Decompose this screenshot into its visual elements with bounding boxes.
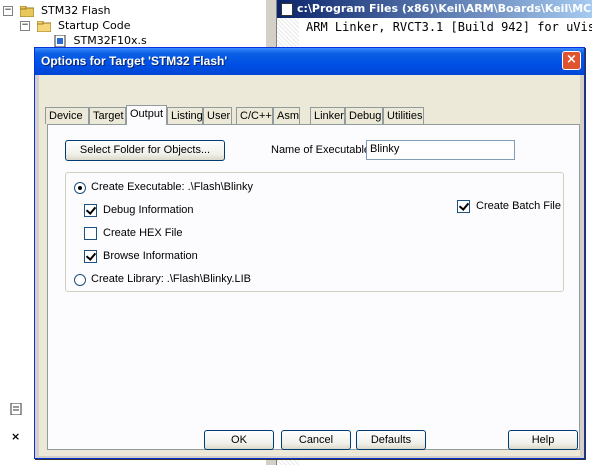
browse-information-checkbox[interactable] (84, 250, 97, 263)
debug-information-checkbox[interactable] (84, 204, 97, 217)
folder-icon (36, 21, 51, 32)
select-folder-button[interactable]: Select Folder for Objects... (65, 140, 225, 161)
collapse-icon[interactable]: − (3, 6, 13, 16)
help-button[interactable]: Help (508, 430, 578, 450)
executable-name-input[interactable]: Blinky (366, 140, 515, 160)
document-icon[interactable] (10, 402, 22, 416)
dialog-title-bar[interactable]: Options for Target 'STM32 Flash' × (35, 48, 584, 75)
tab-listing[interactable]: Listing (167, 107, 203, 124)
tab-target[interactable]: Target (89, 107, 126, 124)
create-hex-file-checkbox[interactable] (84, 227, 97, 240)
output-options-group: Create Executable: .\Flash\Blinky Debug … (65, 172, 564, 292)
editor-text-line: ARM Linker, RVCT3.1 [Build 942] for uVis (306, 20, 592, 34)
tab-user[interactable]: User (203, 107, 232, 124)
cancel-button[interactable]: Cancel (281, 430, 351, 450)
create-library-radio[interactable] (74, 274, 86, 286)
debug-information-label: Debug Information (103, 204, 194, 216)
tab-asm[interactable]: Asm (273, 107, 300, 124)
target-folder-icon (19, 6, 34, 17)
tab-debug[interactable]: Debug (345, 107, 383, 124)
source-file-icon (54, 35, 66, 47)
tab-cpp[interactable]: C/C++ (236, 107, 273, 124)
tab-utilities[interactable]: Utilities (383, 107, 424, 124)
ok-button[interactable]: OK (204, 430, 274, 450)
create-executable-radio[interactable] (74, 182, 86, 194)
tab-linker[interactable]: Linker (310, 107, 345, 124)
collapse-icon[interactable]: − (20, 21, 30, 31)
dialog-title: Options for Target 'STM32 Flash' (41, 54, 228, 68)
close-button[interactable]: × (562, 51, 581, 70)
create-library-label: Create Library: .\Flash\Blinky.LIB (91, 273, 251, 285)
create-hex-file-label: Create HEX File (103, 227, 183, 239)
options-dialog: Options for Target 'STM32 Flash' × Devic… (34, 47, 585, 459)
create-batch-file-label: Create Batch File (476, 200, 561, 212)
tab-output[interactable]: Output (126, 105, 167, 125)
tree-item-label: Startup Code (58, 19, 131, 32)
name-of-executable-label: Name of Executable: (271, 144, 374, 156)
editor-title-text: c:\Program Files (x86)\Keil\ARM\Boards\K… (297, 2, 592, 15)
tree-item-file[interactable]: STM32F10x.s (54, 34, 147, 48)
defaults-button[interactable]: Defaults (356, 430, 426, 450)
close-panel-icon[interactable]: × (11, 430, 20, 443)
tree-item-target[interactable]: − STM32 Flash (3, 4, 111, 18)
editor-title-bar: c:\Program Files (x86)\Keil\ARM\Boards\K… (277, 0, 592, 18)
output-tab-panel: Select Folder for Objects... Name of Exe… (47, 124, 580, 450)
create-executable-label: Create Executable: .\Flash\Blinky (91, 181, 254, 193)
browse-information-label: Browse Information (103, 250, 198, 262)
tree-item-group[interactable]: − Startup Code (20, 19, 130, 33)
tree-item-label: STM32F10x.s (73, 34, 147, 47)
editor-icon (281, 2, 293, 16)
create-batch-file-checkbox[interactable] (457, 200, 470, 213)
tree-item-label: STM32 Flash (41, 4, 111, 17)
dialog-body: Device Target Output Listing User C/C++ … (39, 75, 580, 456)
tab-device[interactable]: Device (45, 107, 89, 124)
